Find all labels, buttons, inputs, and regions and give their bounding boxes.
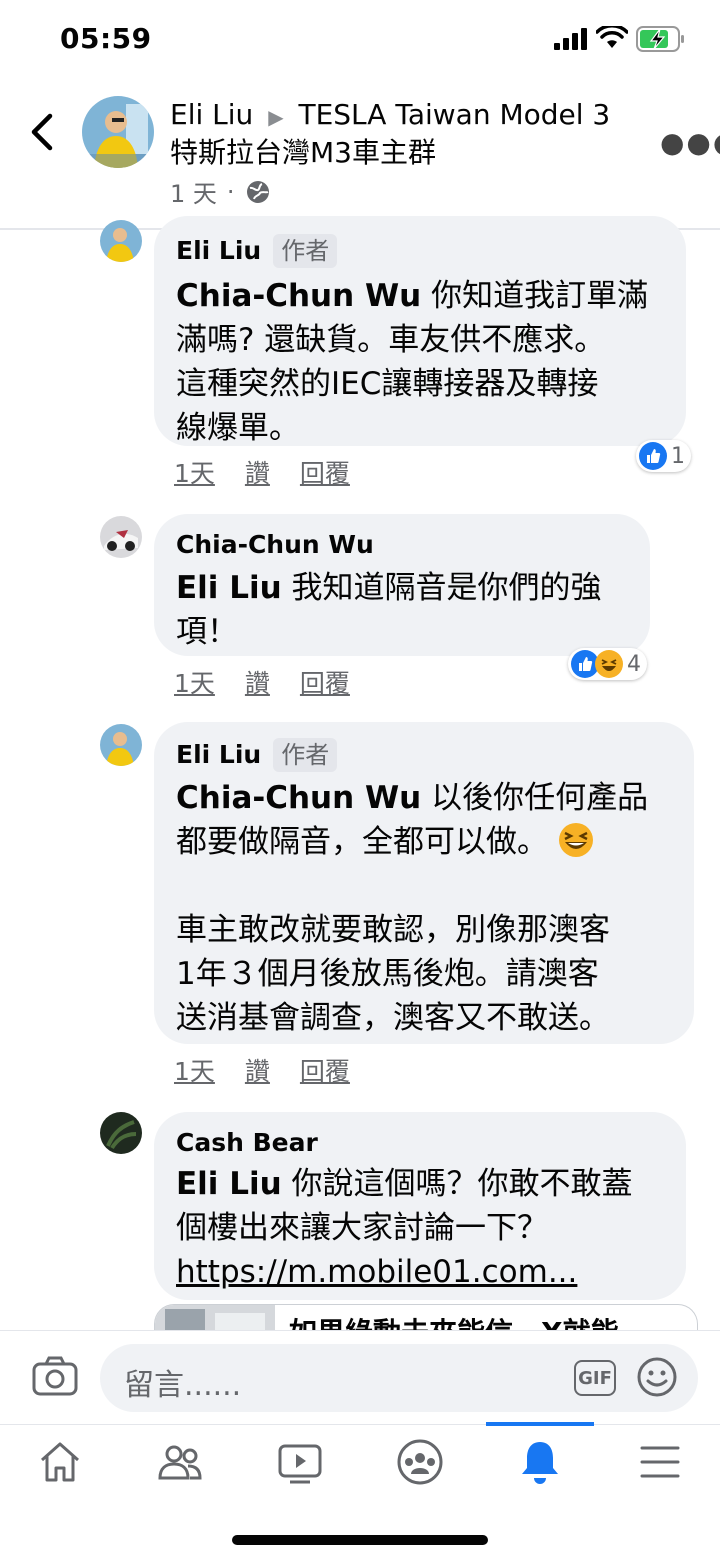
mention-link[interactable]: Eli Liu [176, 570, 282, 606]
grinning-squint-emoji-icon [558, 823, 593, 857]
reaction-summary[interactable]: 4 [568, 648, 647, 680]
comment-actions: 1天 讚 回覆 [174, 454, 350, 490]
comment-actions: 1天 讚 回覆 [174, 664, 350, 700]
comment-text: 線爆單。 [176, 410, 300, 446]
friends-icon[interactable] [156, 1438, 204, 1486]
comment-time[interactable]: 1天 [174, 454, 215, 490]
comment-text: 你說這個嗎？你敢不敢蓋 [291, 1166, 633, 1202]
watch-video-icon[interactable] [276, 1438, 324, 1486]
gif-button[interactable]: GIF [574, 1360, 616, 1396]
comment-text: 都要做隔音，全都可以做。 [176, 824, 548, 860]
comment-time[interactable]: 1天 [174, 1052, 215, 1088]
comment-text: 送消基會調查，澳客又不敢送。 [176, 1000, 610, 1036]
home-icon[interactable] [36, 1438, 84, 1486]
reaction-summary[interactable]: 1 [636, 440, 691, 472]
post-time[interactable]: 1 天 [170, 174, 217, 209]
comment-author[interactable]: Eli Liu [176, 234, 261, 268]
like-reaction-icon [639, 442, 667, 470]
arrow-right-icon: ▶ [268, 105, 284, 129]
back-chevron-icon[interactable] [28, 112, 56, 152]
haha-reaction-icon [595, 650, 623, 678]
home-indicator [232, 1535, 488, 1545]
comment-bubble: Eli Liu 作者 Chia-Chun Wu 你知道我訂單滿 滿嗎? 還缺貨。… [154, 216, 686, 446]
comment-input-placeholder: 留言...... [124, 1368, 242, 1403]
notifications-bell-icon[interactable] [516, 1438, 564, 1486]
post-meta: 1 天 · [170, 174, 271, 209]
commenter-avatar[interactable] [100, 1112, 142, 1154]
camera-icon[interactable] [32, 1356, 78, 1396]
mention-link[interactable]: Eli Liu [176, 1166, 282, 1202]
comment-text: 這種突然的IEC讓轉接器及轉接 [176, 366, 599, 402]
emoji-icon[interactable] [636, 1356, 678, 1398]
comment-text: 以後你任何產品 [431, 780, 649, 816]
group-name-line2[interactable]: 特斯拉台灣M3車主群 [170, 134, 436, 172]
globe-icon [246, 180, 269, 203]
like-button[interactable]: 讚 [245, 454, 270, 490]
comment-text: 滿嗎? 還缺貨。車友供不應求。 [176, 322, 606, 358]
comment-author[interactable]: Chia-Chun Wu [176, 528, 374, 562]
commenter-avatar[interactable] [100, 220, 142, 262]
mention-link[interactable]: Chia-Chun Wu [176, 278, 421, 314]
reaction-count: 4 [627, 651, 641, 677]
poster-name[interactable]: Eli Liu [170, 98, 253, 131]
author-badge: 作者 [273, 234, 338, 268]
reply-button[interactable]: 回覆 [300, 454, 350, 490]
comment-author[interactable]: Eli Liu [176, 738, 261, 772]
post-header-title[interactable]: Eli Liu ▶ TESLA Taiwan Model 3 [170, 96, 610, 136]
status-time: 05:59 [60, 22, 152, 55]
reply-button[interactable]: 回覆 [300, 1052, 350, 1088]
poster-avatar[interactable] [82, 96, 154, 168]
comment-text: 車主敢改就要敢認，別像那澳客 [176, 912, 610, 948]
comment-actions: 1天 讚 回覆 [174, 1052, 350, 1088]
menu-hamburger-icon[interactable] [636, 1438, 684, 1486]
comment-text: 項！ [176, 614, 238, 650]
meta-separator: · [226, 177, 235, 206]
mention-link[interactable]: Chia-Chun Wu [176, 780, 421, 816]
comment-bubble: Eli Liu 作者 Chia-Chun Wu 以後你任何產品 都要做隔音，全都… [154, 722, 694, 1044]
comment-text: 1年３個月後放馬後炮。請澳客 [176, 956, 599, 992]
cellular-signal-icon [554, 28, 587, 50]
wifi-icon [596, 26, 628, 48]
comment-text: 你知道我訂單滿 [431, 278, 649, 314]
group-name[interactable]: TESLA Taiwan Model 3 [298, 98, 610, 131]
reply-button[interactable]: 回覆 [300, 664, 350, 700]
comment-link[interactable]: https://m.mobile01.com... [176, 1254, 577, 1290]
commenter-avatar[interactable] [100, 724, 142, 766]
comment-text: 我知道隔音是你們的強 [291, 570, 602, 606]
battery-charging-icon [636, 26, 684, 52]
commenter-avatar[interactable] [100, 516, 142, 558]
reaction-count: 1 [671, 443, 685, 469]
groups-icon[interactable] [396, 1438, 444, 1486]
comment-time[interactable]: 1天 [174, 664, 215, 700]
more-options-icon[interactable]: ●●● [660, 126, 720, 159]
comment-bubble: Chia-Chun Wu Eli Liu 我知道隔音是你們的強 項！ [154, 514, 650, 656]
comment-bubble: Cash Bear Eli Liu 你說這個嗎？你敢不敢蓋 個樓出來讓大家討論一… [154, 1112, 686, 1300]
author-badge: 作者 [273, 738, 338, 772]
comment-author[interactable]: Cash Bear [176, 1126, 318, 1160]
like-button[interactable]: 讚 [245, 664, 270, 700]
comment-text: 個樓出來讓大家討論一下？ [176, 1210, 548, 1246]
active-tab-indicator [486, 1422, 594, 1426]
like-button[interactable]: 讚 [245, 1052, 270, 1088]
